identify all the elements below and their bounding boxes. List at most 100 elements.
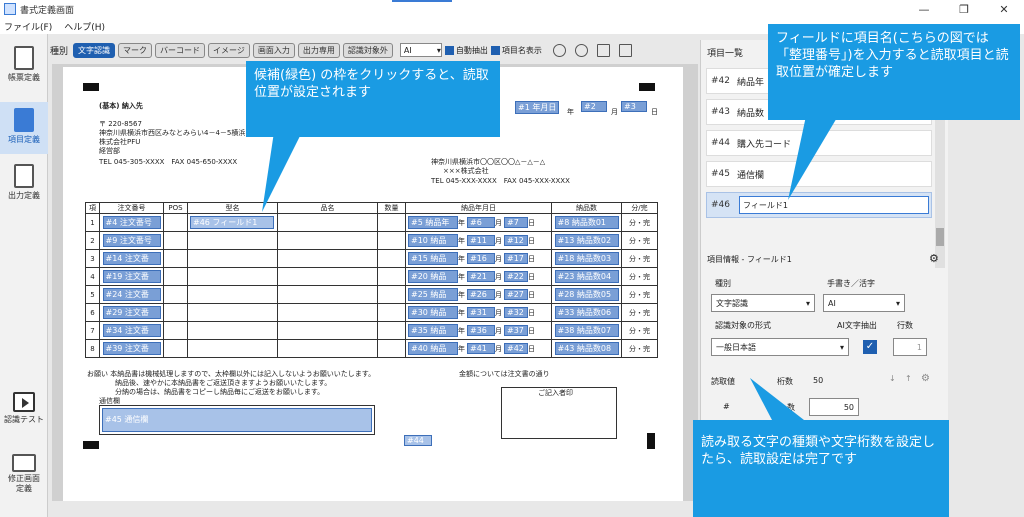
scroll-thumb[interactable]: [936, 228, 944, 246]
gear-icon[interactable]: ⚙: [921, 373, 930, 384]
show-name-checkbox[interactable]: 項目名表示: [490, 45, 542, 56]
engine-select[interactable]: AI ▾: [399, 43, 442, 57]
quantity-field[interactable]: #18 納品数03: [554, 252, 619, 265]
delivery-day-field[interactable]: #17: [504, 253, 528, 264]
comm-field[interactable]: #45 通信欄: [102, 408, 372, 432]
quantity-field[interactable]: #43 納品数08: [554, 342, 619, 355]
model-field[interactable]: #46 フィールド1: [190, 216, 274, 229]
nav-edit-screen-definition[interactable]: 修正画面定義: [0, 454, 48, 494]
delivery-month-field[interactable]: #16: [467, 253, 495, 264]
date-field-month[interactable]: #2: [581, 101, 607, 112]
chip-excluded[interactable]: 認識対象外: [342, 42, 393, 58]
gear-icon[interactable]: ⚙: [929, 252, 939, 265]
delivery-year-field[interactable]: #10 納品: [408, 234, 458, 247]
row-number: 1: [90, 218, 95, 227]
delivery-day-field[interactable]: #22: [504, 271, 528, 282]
order-field[interactable]: #39 注文番: [102, 342, 161, 355]
maximize-button[interactable]: ❐: [944, 0, 984, 18]
delivery-day-field[interactable]: #27: [504, 289, 528, 300]
date-field-day[interactable]: #3: [621, 101, 647, 112]
delivery-day-field[interactable]: #12: [504, 235, 528, 246]
nav-form-definition[interactable]: 帳票定義: [0, 46, 48, 83]
order-field[interactable]: #14 注文番: [102, 252, 161, 265]
delivery-month-field[interactable]: #41: [467, 343, 495, 354]
format-select[interactable]: 一般日本語 ▾: [711, 338, 849, 356]
menu-file[interactable]: ファイル(F): [4, 20, 52, 33]
nav-recognition-test[interactable]: 認識テスト: [0, 392, 48, 425]
delivery-year-field[interactable]: #15 納品: [408, 252, 458, 265]
fit-page-icon[interactable]: [618, 43, 632, 57]
ai-extract-checkbox[interactable]: ✓: [863, 340, 877, 354]
chip-image[interactable]: イメージ: [208, 42, 250, 58]
table-cell: #43 納品数08: [551, 339, 622, 358]
close-button[interactable]: ✕: [984, 0, 1024, 18]
arrow-down-icon[interactable]: ↓: [889, 374, 896, 383]
digits-stepper[interactable]: 50: [809, 398, 859, 416]
quantity-field[interactable]: #23 納品数04: [554, 270, 619, 283]
status-text: 分・完: [629, 308, 650, 317]
callout-pointer-shape: [262, 132, 302, 212]
sender-line: ×××株式会社: [443, 167, 489, 175]
order-field[interactable]: #34 注文番: [102, 324, 161, 337]
chip-char-recognition[interactable]: 文字認識: [73, 42, 116, 58]
field-44[interactable]: #44: [404, 435, 432, 446]
quantity-field[interactable]: #28 納品数05: [554, 288, 619, 301]
minimize-button[interactable]: —: [904, 0, 944, 18]
chip-screen-input[interactable]: 画面入力: [252, 42, 295, 58]
delivery-day-field[interactable]: #37: [504, 325, 528, 336]
unit-month: 月: [495, 219, 502, 227]
delivery-day-field[interactable]: #32: [504, 307, 528, 318]
delivery-month-field[interactable]: #36: [467, 325, 495, 336]
order-field[interactable]: #9 注文番号: [102, 234, 161, 247]
delivery-month-field[interactable]: #26: [467, 289, 495, 300]
left-nav: 帳票定義 項目定義 出力定義 認識テスト 修正画面定義: [0, 34, 48, 517]
table-cell: [187, 249, 278, 268]
delivery-month-field[interactable]: #21: [467, 271, 495, 282]
delivery-year-field[interactable]: #5 納品年: [408, 216, 458, 229]
table-cell: 分・完: [621, 339, 658, 358]
order-field[interactable]: #4 注文番号: [102, 216, 161, 229]
nav-output-definition[interactable]: 出力定義: [0, 164, 48, 201]
delivery-month-field[interactable]: #6: [467, 217, 495, 228]
delivery-month-field[interactable]: #31: [467, 307, 495, 318]
table-cell: [163, 267, 188, 286]
delivery-year-field[interactable]: #35 納品: [408, 324, 458, 337]
delivery-year-field[interactable]: #30 納品: [408, 306, 458, 319]
chip-output-only[interactable]: 出力専用: [297, 42, 340, 58]
kind-select[interactable]: 文字認識 ▾: [711, 294, 815, 312]
quantity-field[interactable]: #33 納品数06: [554, 306, 619, 319]
auto-extract-checkbox[interactable]: 自動抽出: [444, 45, 488, 56]
fit-width-icon[interactable]: [596, 43, 610, 57]
nav-field-definition[interactable]: 項目定義: [0, 102, 48, 154]
order-field[interactable]: #29 注文番: [102, 306, 161, 319]
table-cell: [187, 321, 278, 340]
delivery-year-field[interactable]: #20 納品: [408, 270, 458, 283]
quantity-field[interactable]: #13 納品数02: [554, 234, 619, 247]
status-text: 分・完: [629, 236, 650, 245]
quantity-field[interactable]: #8 納品数01: [554, 216, 619, 229]
order-field[interactable]: #19 注文番: [102, 270, 161, 283]
delivery-day-field[interactable]: #7: [504, 217, 528, 228]
unit-month: 月: [495, 255, 502, 263]
quantity-field[interactable]: #38 納品数07: [554, 324, 619, 337]
lines-stepper[interactable]: 1: [893, 338, 927, 356]
chevron-down-icon: ▾: [839, 342, 844, 352]
date-field-year[interactable]: #1 年月日: [515, 101, 560, 114]
zoom-out-icon[interactable]: [552, 43, 566, 57]
table-cell: [277, 303, 378, 322]
delivery-month-field[interactable]: #11: [467, 235, 495, 246]
chip-mark[interactable]: マーク: [118, 42, 153, 58]
status-text: 分・完: [629, 272, 650, 281]
zoom-in-icon[interactable]: [574, 43, 588, 57]
menu-help[interactable]: ヘルプ(H): [64, 20, 105, 33]
chip-barcode[interactable]: バーコード: [155, 42, 206, 58]
checkbox-checked-icon: [490, 45, 500, 55]
item-number: #42: [711, 76, 730, 86]
hand-select[interactable]: AI ▾: [823, 294, 905, 312]
arrow-up-icon[interactable]: ↑: [905, 374, 912, 383]
delivery-year-field[interactable]: #40 納品: [408, 342, 458, 355]
unit-year: 年: [458, 327, 465, 335]
delivery-day-field[interactable]: #42: [504, 343, 528, 354]
order-field[interactable]: #24 注文番: [102, 288, 161, 301]
delivery-year-field[interactable]: #25 納品: [408, 288, 458, 301]
